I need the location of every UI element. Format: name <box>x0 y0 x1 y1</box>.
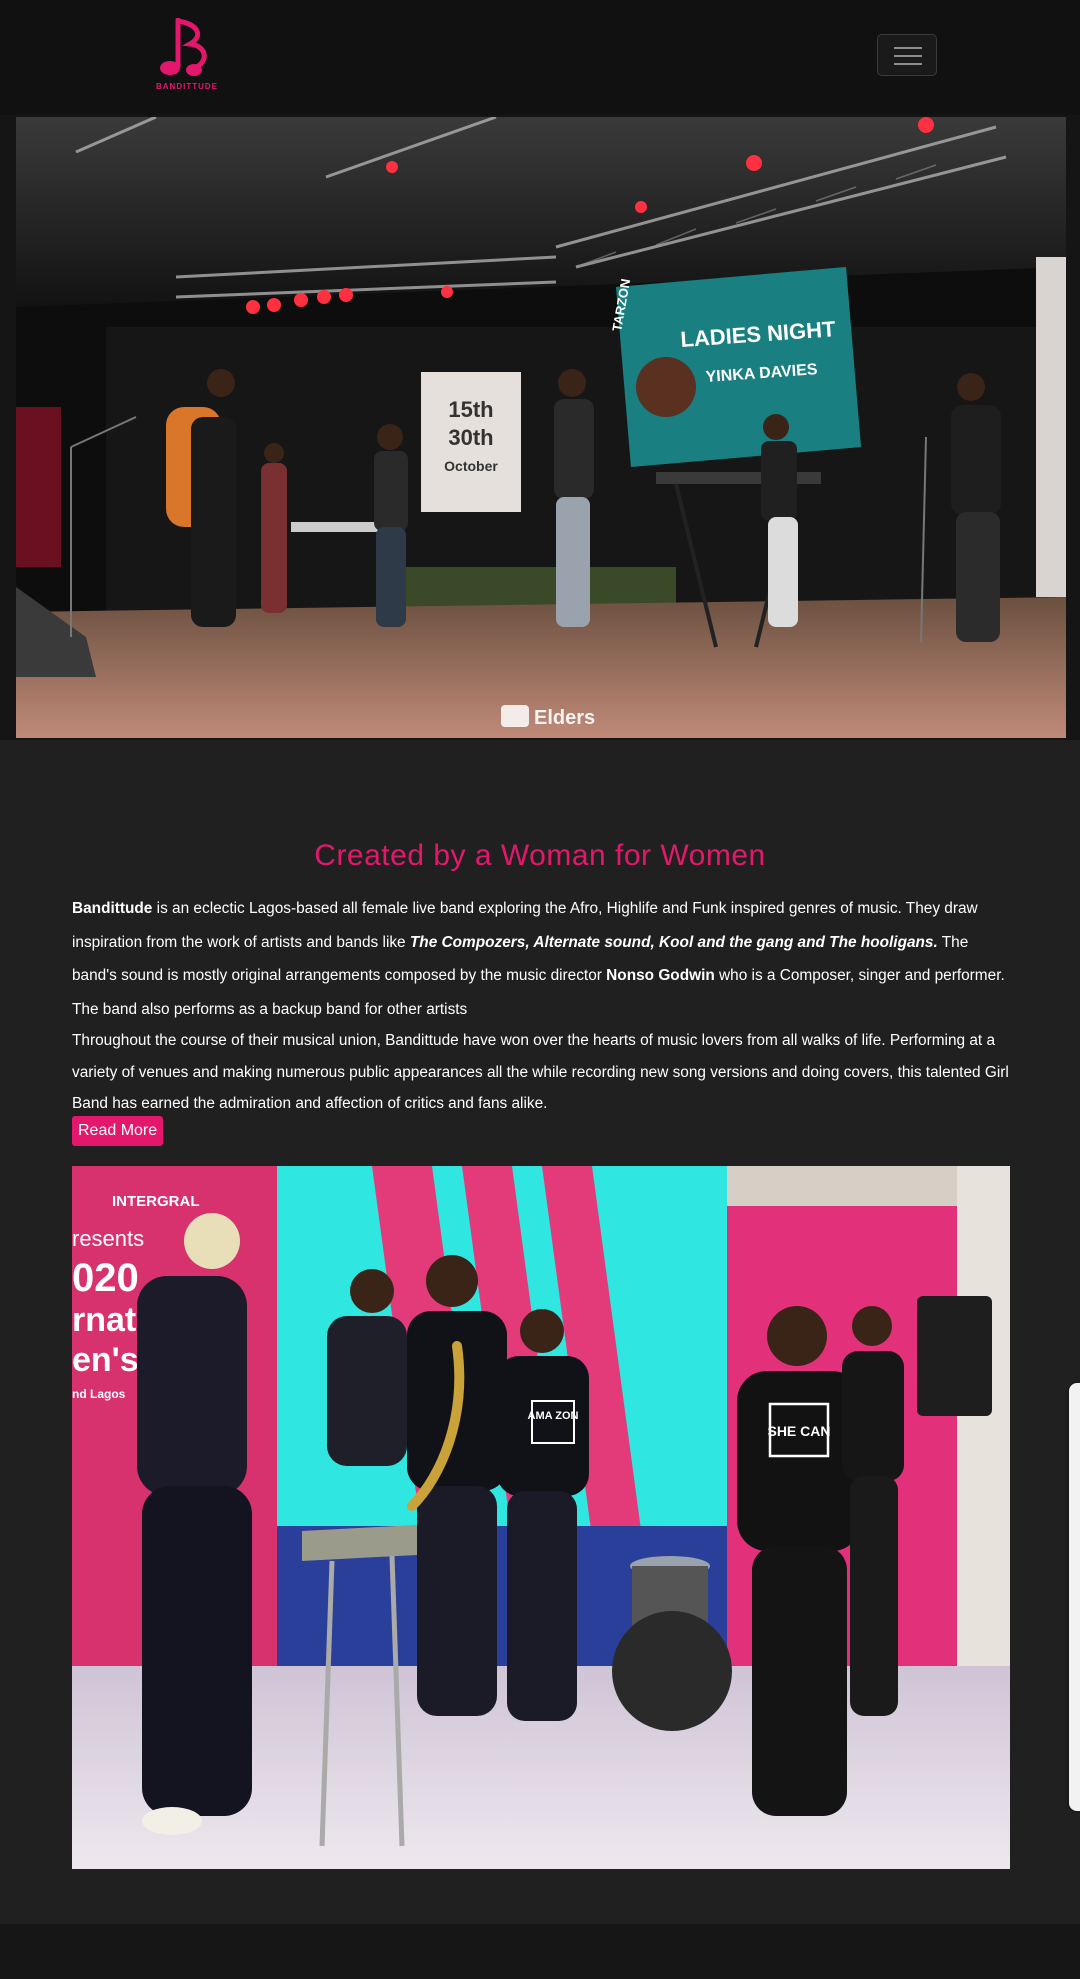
shirt-text: AMA ZON <box>528 1410 579 1422</box>
about-paragraph-1: Bandittude is an eclectic Lagos-based al… <box>72 892 1012 1026</box>
hamburger-icon-bar <box>894 63 922 65</box>
band-name-bold: Bandittude <box>72 900 153 917</box>
sign-line-1: 15th <box>448 397 493 422</box>
shirt-text: SHE CAN <box>767 1423 830 1439</box>
director-name-bold: Nonso Godwin <box>606 967 715 984</box>
backdrop-line: nd Lagos <box>72 1387 126 1401</box>
logo-wordmark: BANDITTUDE <box>156 82 218 91</box>
read-more-button[interactable]: Read More <box>72 1116 164 1146</box>
photo-watermark: Elders <box>534 707 595 729</box>
hamburger-menu-button[interactable] <box>877 34 937 76</box>
scrollbar-handle[interactable] <box>1069 1383 1080 1811</box>
sign-line-2: 30th <box>448 425 493 450</box>
concert-stage-photo: LADIES NIGHT YINKA DAVIES TARZON 15th 30… <box>16 117 1066 738</box>
hero-section: LADIES NIGHT YINKA DAVIES TARZON 15th 30… <box>0 115 1080 740</box>
hamburger-icon-bar <box>894 55 922 57</box>
section-title: Created by a Woman for Women <box>314 839 766 872</box>
footer-strip <box>0 1924 1080 1979</box>
backdrop-brand: INTERGRAL <box>112 1193 200 1210</box>
sign-line-3: October <box>444 458 498 474</box>
about-description: Bandittude is an eclectic Lagos-based al… <box>72 892 1012 1120</box>
band-performance-photo: INTERGRAL resents 020 rnation en's nd La… <box>72 1166 1010 1869</box>
hamburger-icon <box>894 47 922 49</box>
brand-logo[interactable]: BANDITTUDE <box>150 17 224 96</box>
influences-bold-italic: The Compozers, Alternate sound, Kool and… <box>409 933 938 951</box>
about-paragraph-2: Throughout the course of their musical u… <box>72 1032 1009 1112</box>
navbar: BANDITTUDE <box>0 0 1080 116</box>
backdrop-line: en's <box>72 1341 139 1379</box>
music-note-logo-icon <box>160 17 207 76</box>
backdrop-line: 020 <box>72 1256 139 1300</box>
backdrop-line: resents <box>72 1226 144 1251</box>
